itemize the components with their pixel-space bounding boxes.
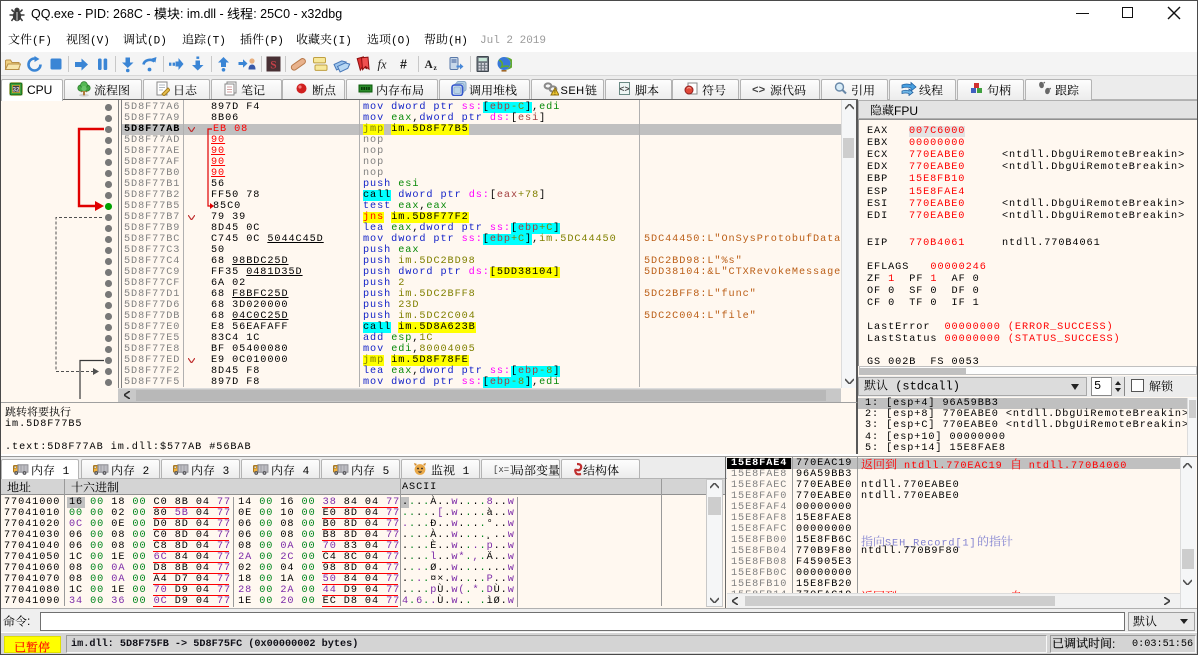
- svg-text:S: S: [270, 60, 276, 72]
- svg-text:z: z: [434, 63, 438, 72]
- svg-text:A: A: [425, 59, 434, 71]
- svg-text:32: 32: [12, 87, 20, 94]
- svg-text:<>: <>: [752, 85, 766, 96]
- svg-text:fx: fx: [378, 58, 387, 72]
- svg-text:#: #: [400, 58, 407, 72]
- svg-text:[x=]: [x=]: [493, 465, 513, 475]
- svg-text:<>: <>: [619, 85, 629, 95]
